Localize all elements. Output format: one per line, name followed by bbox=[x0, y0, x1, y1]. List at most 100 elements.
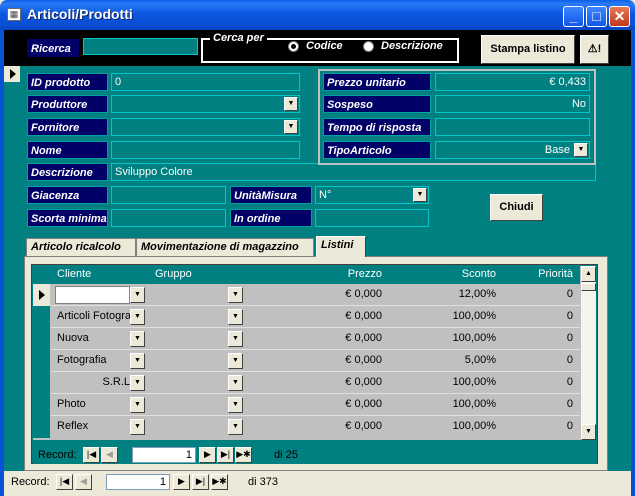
chevron-down-icon[interactable]: ▼ bbox=[130, 397, 145, 413]
prezzo-field[interactable]: € 0,433 bbox=[435, 73, 590, 91]
prev-record-icon[interactable]: ◀ bbox=[75, 474, 92, 490]
cliente-cell[interactable]: Fotografia bbox=[57, 352, 130, 370]
prezzo-cell[interactable]: € 0,000 bbox=[293, 374, 382, 392]
chevron-down-icon[interactable]: ▼ bbox=[284, 120, 298, 134]
priorita-cell[interactable]: 0 bbox=[511, 330, 573, 348]
prezzo-cell[interactable]: € 0,000 bbox=[293, 286, 382, 304]
row-selector[interactable] bbox=[33, 306, 51, 328]
sospeso-field[interactable]: No bbox=[435, 95, 590, 113]
new-record-icon[interactable]: ▶✱ bbox=[235, 447, 252, 463]
chevron-down-icon[interactable]: ▼ bbox=[228, 331, 243, 347]
grid-vertical-scrollbar[interactable]: ▲ ▼ bbox=[580, 266, 596, 440]
chevron-down-icon[interactable]: ▼ bbox=[130, 287, 145, 303]
fornitore-combo[interactable]: ▼ bbox=[111, 118, 300, 136]
sconto-cell[interactable]: 100,00% bbox=[423, 308, 496, 326]
sconto-cell[interactable]: 100,00% bbox=[423, 374, 496, 392]
priorita-cell[interactable]: 0 bbox=[511, 286, 573, 304]
first-record-icon[interactable]: |◀ bbox=[83, 447, 100, 463]
chiudi-button[interactable]: Chiudi bbox=[490, 194, 543, 221]
chevron-down-icon[interactable]: ▼ bbox=[574, 143, 588, 157]
id-field[interactable]: 0 bbox=[111, 73, 300, 91]
exclamation-button[interactable]: ⚠! bbox=[580, 35, 609, 64]
tab-movimentazione[interactable]: Movimentazione di magazzino bbox=[136, 238, 314, 256]
row-selector[interactable] bbox=[33, 394, 51, 416]
radio-codice-label[interactable]: Codice bbox=[306, 40, 343, 52]
table-row[interactable]: Reflex ▼ ▼ € 0,000 100,00% 0 bbox=[33, 416, 580, 440]
prezzo-cell[interactable]: € 0,000 bbox=[293, 352, 382, 370]
chevron-down-icon[interactable]: ▼ bbox=[228, 419, 243, 435]
chevron-down-icon[interactable]: ▼ bbox=[228, 397, 243, 413]
chevron-down-icon[interactable]: ▼ bbox=[228, 287, 243, 303]
chevron-down-icon[interactable]: ▼ bbox=[130, 353, 145, 369]
next-record-icon[interactable]: ▶ bbox=[199, 447, 216, 463]
scroll-down-icon[interactable]: ▼ bbox=[581, 424, 596, 440]
last-record-icon[interactable]: ▶| bbox=[192, 474, 209, 490]
sconto-cell[interactable]: 12,00% bbox=[423, 286, 496, 304]
subform-record-number[interactable]: 1 bbox=[132, 447, 196, 463]
column-header-sconto[interactable]: Sconto bbox=[423, 266, 496, 284]
close-window-button[interactable]: ✕ bbox=[609, 6, 630, 27]
ordine-field[interactable] bbox=[315, 209, 429, 227]
table-row[interactable]: Photo ▼ ▼ € 0,000 100,00% 0 bbox=[33, 394, 580, 416]
cliente-cell[interactable]: Photo bbox=[57, 396, 130, 414]
sconto-cell[interactable]: 100,00% bbox=[423, 330, 496, 348]
first-record-icon[interactable]: |◀ bbox=[56, 474, 73, 490]
column-header-priorita[interactable]: Priorità bbox=[511, 266, 573, 284]
main-record-number[interactable]: 1 bbox=[106, 474, 170, 490]
sconto-cell[interactable]: 100,00% bbox=[423, 418, 496, 436]
radio-descrizione-label[interactable]: Descrizione bbox=[381, 40, 443, 52]
tab-articolo-ricalcolo[interactable]: Articolo ricalcolo bbox=[26, 238, 136, 256]
radio-codice[interactable] bbox=[288, 41, 299, 52]
priorita-cell[interactable]: 0 bbox=[511, 418, 573, 436]
prezzo-cell[interactable]: € 0,000 bbox=[293, 396, 382, 414]
sconto-cell[interactable]: 100,00% bbox=[423, 396, 496, 414]
new-record-icon[interactable]: ▶✱ bbox=[211, 474, 228, 490]
cliente-cell[interactable]: S.R.L bbox=[57, 374, 130, 392]
nome-field[interactable] bbox=[111, 141, 300, 159]
row-selector[interactable] bbox=[33, 372, 51, 394]
table-row[interactable]: Nuova ▼ ▼ € 0,000 100,00% 0 bbox=[33, 328, 580, 350]
chevron-down-icon[interactable]: ▼ bbox=[228, 375, 243, 391]
tab-listini[interactable]: Listini bbox=[316, 236, 366, 257]
chevron-down-icon[interactable]: ▼ bbox=[130, 309, 145, 325]
prezzo-cell[interactable]: € 0,000 bbox=[293, 418, 382, 436]
descrizione-field[interactable]: Sviluppo Colore bbox=[111, 163, 596, 181]
chevron-down-icon[interactable]: ▼ bbox=[228, 353, 243, 369]
chevron-down-icon[interactable]: ▼ bbox=[130, 375, 145, 391]
next-record-icon[interactable]: ▶ bbox=[173, 474, 190, 490]
row-selector[interactable] bbox=[33, 328, 51, 350]
prev-record-icon[interactable]: ◀ bbox=[101, 447, 118, 463]
priorita-cell[interactable]: 0 bbox=[511, 352, 573, 370]
cliente-cell[interactable] bbox=[55, 286, 130, 304]
table-row[interactable]: Articoli Fotografici ▼ ▼ € 0,000 100,00%… bbox=[33, 306, 580, 328]
column-header-gruppo[interactable]: Gruppo bbox=[155, 266, 245, 284]
scorta-field[interactable] bbox=[111, 209, 226, 227]
cliente-cell[interactable]: Nuova bbox=[57, 330, 130, 348]
column-header-cliente[interactable]: Cliente bbox=[57, 266, 147, 284]
priorita-cell[interactable]: 0 bbox=[511, 308, 573, 326]
sconto-cell[interactable]: 5,00% bbox=[423, 352, 496, 370]
print-list-button[interactable]: Stampa listino bbox=[481, 35, 575, 64]
search-input[interactable] bbox=[83, 38, 198, 55]
cliente-cell[interactable]: Reflex bbox=[57, 418, 130, 436]
row-selector[interactable] bbox=[33, 416, 51, 438]
table-row[interactable]: Fotografia ▼ ▼ € 0,000 5,00% 0 bbox=[33, 350, 580, 372]
table-icon[interactable]: ▦ bbox=[7, 8, 21, 21]
prezzo-cell[interactable]: € 0,000 bbox=[293, 330, 382, 348]
chevron-down-icon[interactable]: ▼ bbox=[130, 331, 145, 347]
minimize-button[interactable]: _ bbox=[563, 6, 584, 27]
table-row[interactable]: ▼ ▼ € 0,000 12,00% 0 bbox=[33, 284, 580, 306]
maximize-button[interactable]: □ bbox=[586, 6, 607, 27]
scroll-thumb[interactable] bbox=[581, 283, 596, 291]
table-row[interactable]: S.R.L ▼ ▼ € 0,000 100,00% 0 bbox=[33, 372, 580, 394]
giacenza-field[interactable] bbox=[111, 186, 226, 204]
column-header-prezzo[interactable]: Prezzo bbox=[293, 266, 382, 284]
last-record-icon[interactable]: ▶| bbox=[217, 447, 234, 463]
unita-combo[interactable]: N° ▼ bbox=[315, 186, 429, 204]
row-selector[interactable] bbox=[33, 350, 51, 372]
chevron-down-icon[interactable]: ▼ bbox=[130, 419, 145, 435]
tempo-field[interactable] bbox=[435, 118, 590, 136]
chevron-down-icon[interactable]: ▼ bbox=[413, 188, 427, 202]
tipo-combo[interactable]: Base ▼ bbox=[435, 141, 590, 159]
row-selector[interactable] bbox=[33, 284, 51, 306]
